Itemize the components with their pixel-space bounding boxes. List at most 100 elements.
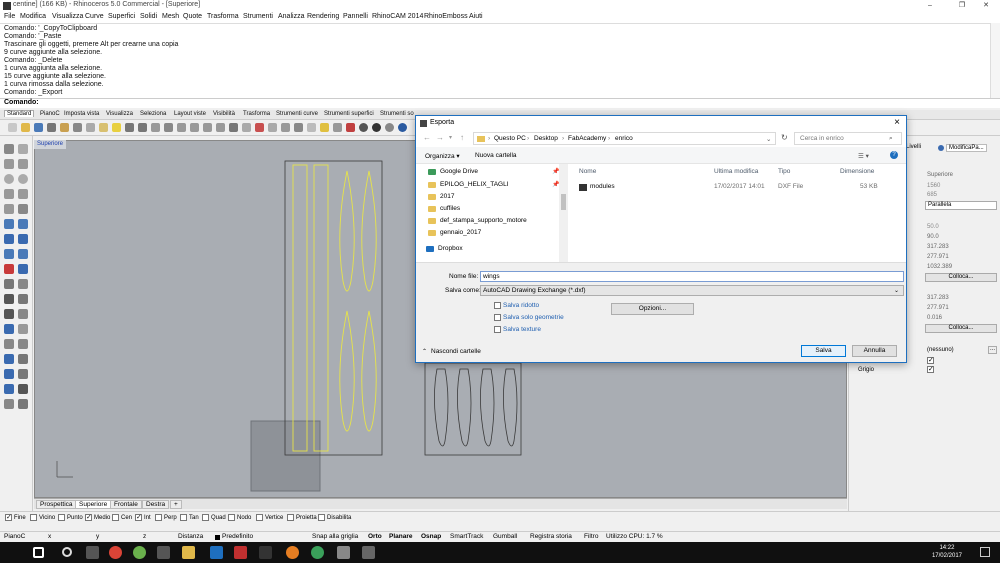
browse-button[interactable]: ... bbox=[988, 346, 997, 354]
nav-scrollbar[interactable] bbox=[559, 164, 568, 262]
app2-icon[interactable] bbox=[337, 546, 350, 559]
osnap-vicino[interactable]: Vicino bbox=[30, 514, 55, 521]
status-layer[interactable]: Predefinito bbox=[222, 533, 253, 540]
option-salva-ridotto[interactable]: Salva ridotto bbox=[494, 302, 539, 309]
refresh-icon[interactable]: ↻ bbox=[781, 133, 788, 142]
osnap-checkbox[interactable] bbox=[155, 514, 162, 521]
osnap-vertice[interactable]: Vertice bbox=[256, 514, 283, 521]
osnap-checkbox[interactable] bbox=[318, 514, 325, 521]
save-button[interactable]: Salva bbox=[801, 345, 846, 357]
scale-tool-icon[interactable] bbox=[18, 354, 28, 364]
pan-icon[interactable] bbox=[151, 123, 160, 132]
dialog-close-icon[interactable]: × bbox=[894, 117, 900, 128]
rotate-view-icon[interactable] bbox=[164, 123, 173, 132]
osnap-int[interactable]: Int bbox=[135, 513, 151, 521]
help-icon[interactable]: ? bbox=[890, 151, 898, 159]
tab-superiore[interactable]: Superiore bbox=[75, 500, 112, 509]
prop-value[interactable]: 90.0 bbox=[927, 234, 939, 240]
move-tool-icon[interactable] bbox=[4, 339, 14, 349]
new-file-icon[interactable] bbox=[8, 123, 17, 132]
osnap-checkbox[interactable] bbox=[287, 514, 294, 521]
material-icon[interactable] bbox=[372, 123, 381, 132]
menu-superfici[interactable]: Superfici bbox=[108, 13, 135, 20]
menu-rendering[interactable]: Rendering bbox=[307, 13, 339, 20]
mesh-tool-icon[interactable] bbox=[4, 249, 14, 259]
view-options-icon[interactable]: ☰ ▾ bbox=[858, 152, 869, 160]
prop-checkbox[interactable]: ✓ bbox=[927, 357, 934, 364]
column-modified[interactable]: Ultima modifica bbox=[714, 168, 758, 175]
tab-visualizza[interactable]: Visualizza bbox=[106, 111, 133, 117]
column-type[interactable]: Tipo bbox=[778, 168, 790, 175]
prop-value[interactable]: 277.971 bbox=[927, 305, 949, 311]
analyze-tool-icon[interactable] bbox=[4, 384, 14, 394]
save-as-select[interactable]: AutoCAD Drawing Exchange (*.dxf) bbox=[480, 285, 904, 296]
organize-button[interactable]: Organizza ▾ bbox=[425, 152, 460, 160]
copy-tool-icon[interactable] bbox=[18, 339, 28, 349]
text-tool-icon[interactable] bbox=[4, 279, 14, 289]
tab-strumenti-superfici[interactable]: Strumenti superfici bbox=[324, 111, 374, 117]
extrude-tool-icon[interactable] bbox=[18, 219, 28, 229]
nav-scroll-thumb[interactable] bbox=[561, 194, 566, 210]
copy-icon[interactable] bbox=[86, 123, 95, 132]
snap-grid-toggle[interactable]: Snap alla griglia bbox=[312, 533, 358, 540]
polyline-tool-icon[interactable] bbox=[18, 159, 28, 169]
hide-folders-link[interactable]: Nascondi cartelle bbox=[431, 348, 481, 355]
nav-item-epilog[interactable]: EPILOG_HELIX_TAGLI bbox=[428, 179, 509, 190]
osnap-checkbox[interactable] bbox=[30, 514, 37, 521]
menu-quote[interactable]: Quote bbox=[183, 13, 202, 20]
tab-pianoc[interactable]: PianoC bbox=[40, 111, 60, 117]
render-icon[interactable] bbox=[398, 123, 407, 132]
gumball-toggle[interactable]: Gumball bbox=[493, 533, 517, 540]
filter-toggle[interactable]: Filtro bbox=[584, 533, 598, 540]
show-icon[interactable] bbox=[307, 123, 316, 132]
point-tool-icon[interactable] bbox=[18, 144, 28, 154]
print-icon[interactable] bbox=[47, 123, 56, 132]
add-viewport-tab[interactable]: + bbox=[170, 500, 182, 509]
osnap-nodo[interactable]: Nodo bbox=[228, 514, 251, 521]
search-box[interactable]: Cerca in enrico ⌕ bbox=[794, 132, 902, 145]
firefox-icon[interactable] bbox=[286, 546, 299, 559]
osnap-quad[interactable]: Quad bbox=[202, 514, 226, 521]
light-icon[interactable] bbox=[320, 123, 329, 132]
nav-item-google-drive[interactable]: Google Drive bbox=[428, 166, 478, 177]
column-name[interactable]: Nome bbox=[579, 168, 596, 175]
osnap-medio[interactable]: Medio bbox=[85, 513, 110, 521]
clipboard-icon[interactable] bbox=[112, 123, 121, 132]
wing-shape[interactable] bbox=[339, 170, 355, 292]
tab-seleziona[interactable]: Seleziona bbox=[140, 111, 166, 117]
tab-layout-viste[interactable]: Layout viste bbox=[174, 111, 206, 117]
menu-rhinoemboss[interactable]: RhinoEmboss bbox=[424, 13, 468, 20]
breadcrumb-item[interactable]: FabAcademy bbox=[568, 135, 606, 142]
four-views-icon[interactable] bbox=[242, 123, 251, 132]
osnap-checkbox[interactable] bbox=[112, 514, 119, 521]
menu-aiuti[interactable]: Aiuti bbox=[469, 13, 483, 20]
prop-value[interactable]: 50.0 bbox=[927, 224, 939, 230]
prop-value[interactable]: 0.016 bbox=[927, 315, 942, 321]
cortana-icon[interactable] bbox=[62, 547, 72, 557]
fillet-tool-icon[interactable] bbox=[4, 294, 14, 304]
osnap-disabilita[interactable]: Disabilita bbox=[318, 514, 351, 521]
notification-icon[interactable] bbox=[980, 547, 990, 557]
ellipse-tool-icon[interactable] bbox=[18, 174, 28, 184]
osnap-checkbox[interactable] bbox=[135, 513, 142, 521]
terminal-icon[interactable] bbox=[259, 546, 272, 559]
task-view-icon[interactable] bbox=[86, 546, 99, 559]
osnap-proietta[interactable]: Proietta bbox=[287, 514, 317, 521]
smarttrack-toggle[interactable]: SmartTrack bbox=[450, 533, 483, 540]
arc-tool-icon[interactable] bbox=[4, 189, 14, 199]
zoom-extents-icon[interactable] bbox=[203, 123, 212, 132]
start-icon[interactable] bbox=[33, 547, 44, 558]
join-tool-icon[interactable] bbox=[4, 324, 14, 334]
array-tool-icon[interactable] bbox=[4, 369, 14, 379]
offset-tool-icon[interactable] bbox=[18, 294, 28, 304]
polygon-tool-icon[interactable] bbox=[4, 204, 14, 214]
group-tool-icon[interactable] bbox=[4, 399, 14, 409]
tab-visibilita[interactable]: Visibilità bbox=[213, 111, 235, 117]
environment-icon[interactable] bbox=[385, 123, 394, 132]
block-tool-icon[interactable] bbox=[18, 399, 28, 409]
cplane-icon[interactable] bbox=[255, 123, 264, 132]
select-tool-icon[interactable] bbox=[4, 144, 14, 154]
rotate-tool-icon[interactable] bbox=[4, 354, 14, 364]
blade-shape[interactable] bbox=[480, 368, 495, 447]
split-tool-icon[interactable] bbox=[18, 309, 28, 319]
